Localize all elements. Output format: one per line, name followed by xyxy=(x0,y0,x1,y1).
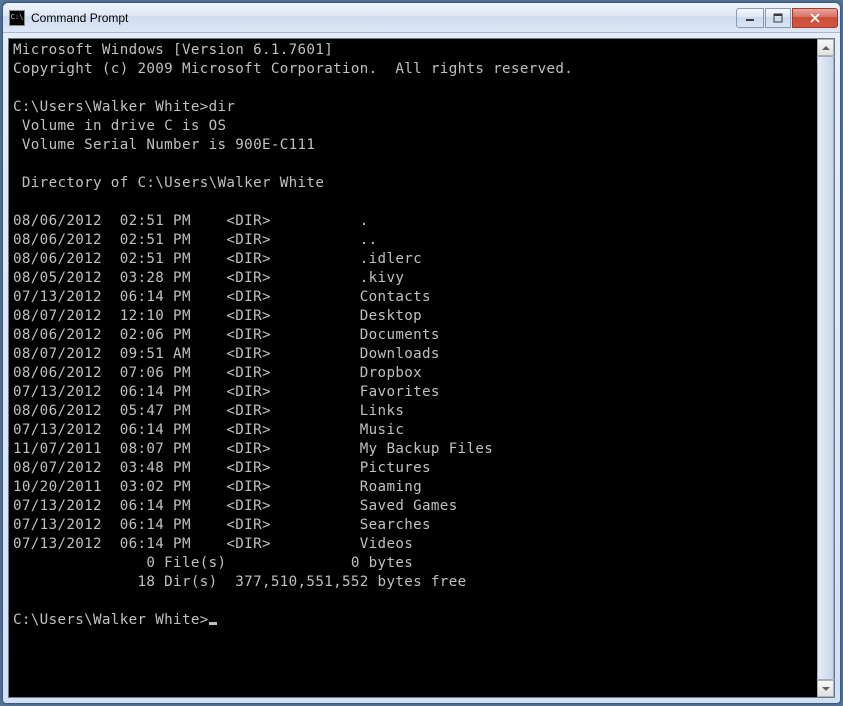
titlebar[interactable]: C:\ Command Prompt xyxy=(3,3,840,33)
chevron-down-icon xyxy=(822,687,830,691)
volume-serial-line: Volume Serial Number is 900E-C111 xyxy=(13,137,315,153)
prompt-path: C:\Users\Walker White> xyxy=(13,99,209,115)
window-title: Command Prompt xyxy=(31,11,736,25)
cmd-icon: C:\ xyxy=(9,10,25,26)
copyright-line: Copyright (c) 2009 Microsoft Corporation… xyxy=(13,61,573,77)
scroll-thumb[interactable] xyxy=(817,56,834,680)
scroll-up-button[interactable] xyxy=(817,39,834,56)
minimize-icon xyxy=(745,13,755,23)
directory-header: Directory of C:\Users\Walker White xyxy=(13,175,324,191)
summary-dirs: 18 Dir(s) 377,510,551,552 bytes free xyxy=(13,574,466,590)
prompt-path-2: C:\Users\Walker White> xyxy=(13,612,209,628)
minimize-button[interactable] xyxy=(736,8,764,28)
close-button[interactable] xyxy=(792,8,838,28)
command-dir: dir xyxy=(209,99,236,115)
summary-files: 0 File(s) 0 bytes xyxy=(13,555,413,571)
cursor xyxy=(209,622,217,625)
maximize-icon xyxy=(773,13,783,23)
directory-listing: 08/06/2012 02:51 PM <DIR> . 08/06/2012 0… xyxy=(13,213,493,552)
scrollbar[interactable] xyxy=(817,39,834,697)
client-area: Microsoft Windows [Version 6.1.7601] Cop… xyxy=(8,38,835,698)
scroll-track[interactable] xyxy=(817,56,834,680)
window-controls xyxy=(736,8,838,28)
chevron-up-icon xyxy=(822,46,830,50)
close-icon xyxy=(809,13,821,23)
maximize-button[interactable] xyxy=(765,8,791,28)
scroll-down-button[interactable] xyxy=(817,680,834,697)
os-version-line: Microsoft Windows [Version 6.1.7601] xyxy=(13,42,333,58)
volume-drive-line: Volume in drive C is OS xyxy=(13,118,226,134)
command-prompt-window: C:\ Command Prompt Microsoft Windows [Ve… xyxy=(2,2,841,704)
terminal-output[interactable]: Microsoft Windows [Version 6.1.7601] Cop… xyxy=(9,39,817,697)
